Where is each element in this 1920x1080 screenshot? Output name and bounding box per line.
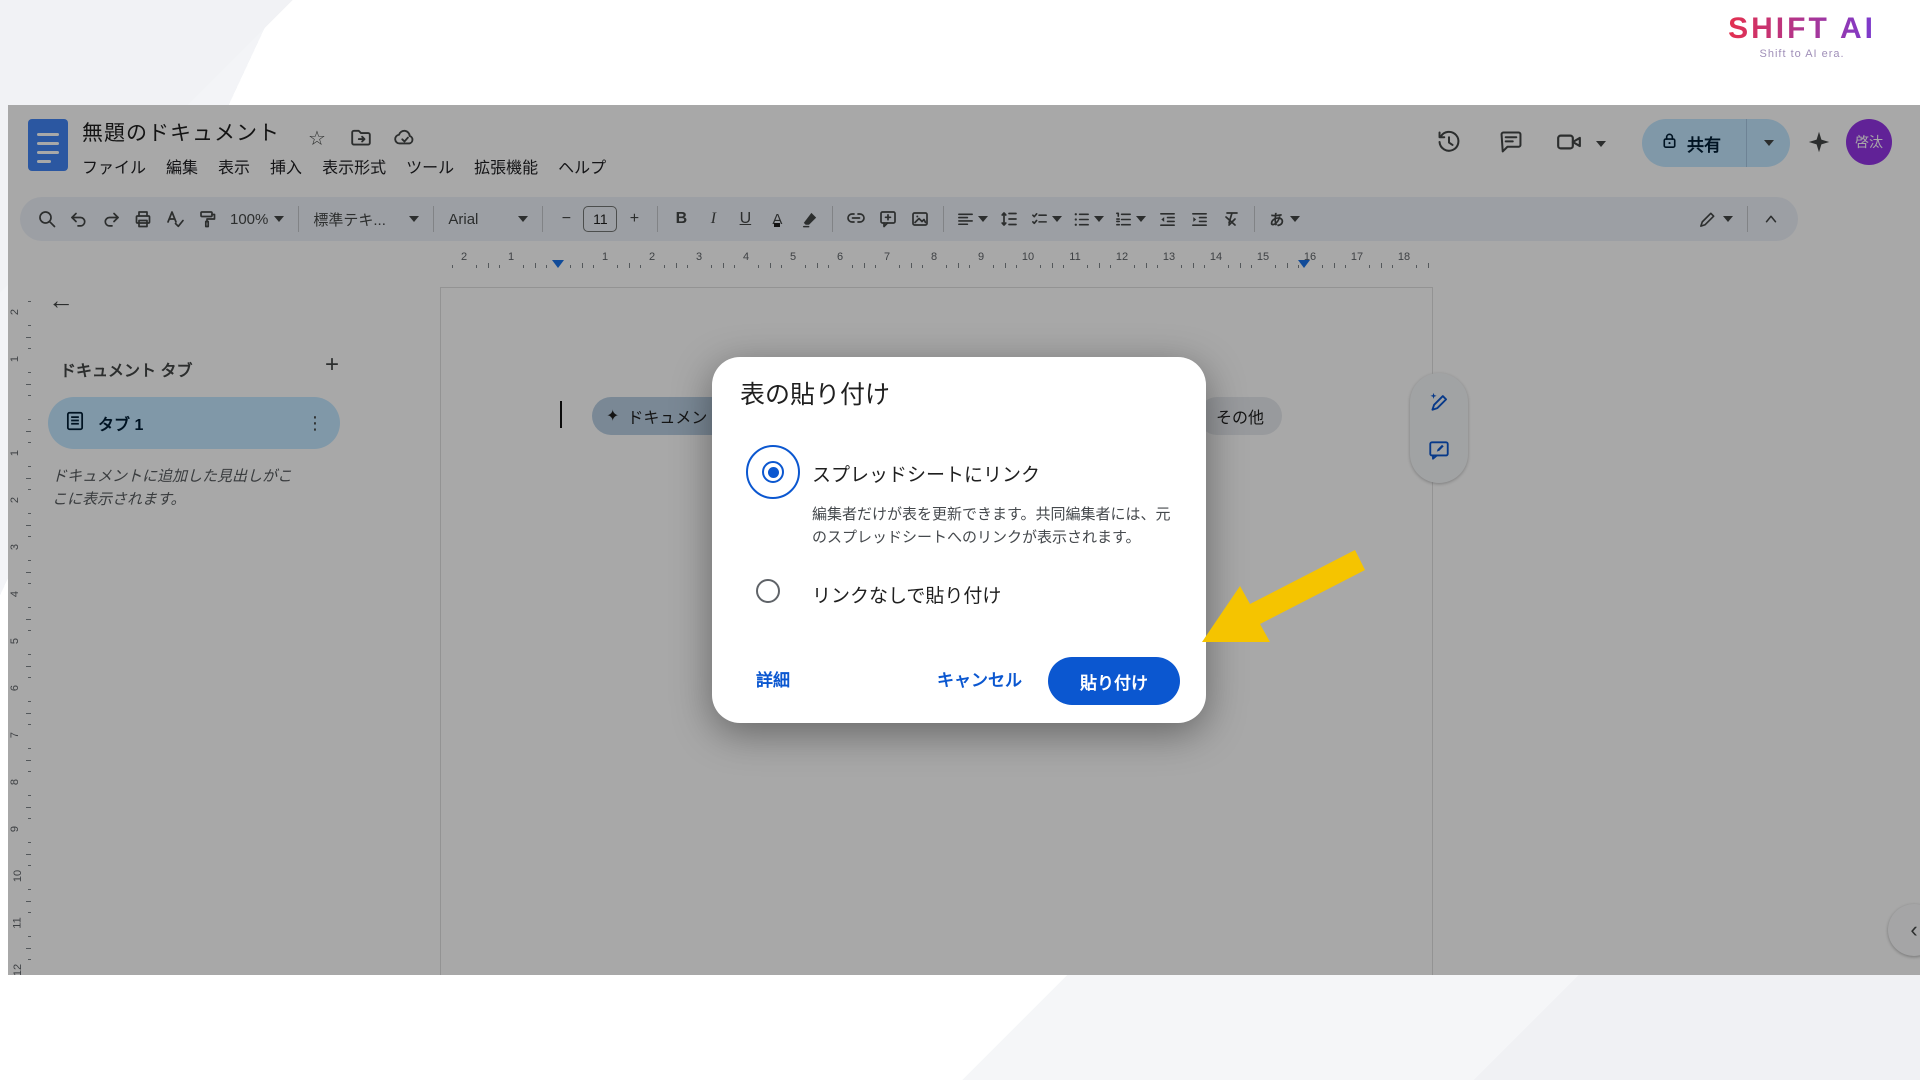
details-button[interactable]: 詳細 [756,657,790,705]
dialog-title: 表の貼り付け [740,375,890,411]
annotation-arrow [1185,532,1385,672]
cancel-button[interactable]: キャンセル [937,657,1022,705]
radio-linked-selected[interactable] [762,461,784,483]
paste-table-dialog: 表の貼り付け スプレッドシートにリンク 編集者だけが表を更新できます。共同編集者… [712,357,1206,723]
screenshot-stage: { "brand": { "name": "SHIFT AI", "taglin… [0,0,1920,1080]
radio-unlinked[interactable] [756,579,780,603]
radio-linked-focus-ring [746,445,800,499]
brand-tagline: Shift to AI era. [1728,48,1876,60]
option-unlinked-label[interactable]: リンクなしで貼り付け [812,581,1001,608]
paste-button[interactable]: 貼り付け [1048,657,1180,705]
brand-name: SHIFT AI [1728,12,1876,46]
option-linked-description: 編集者だけが表を更新できます。共同編集者には、元 のスプレッドシートへのリンクが… [812,503,1171,549]
brand-logo: SHIFT AI Shift to AI era. [1728,12,1876,60]
option-linked-label[interactable]: スプレッドシートにリンク [812,460,1040,487]
